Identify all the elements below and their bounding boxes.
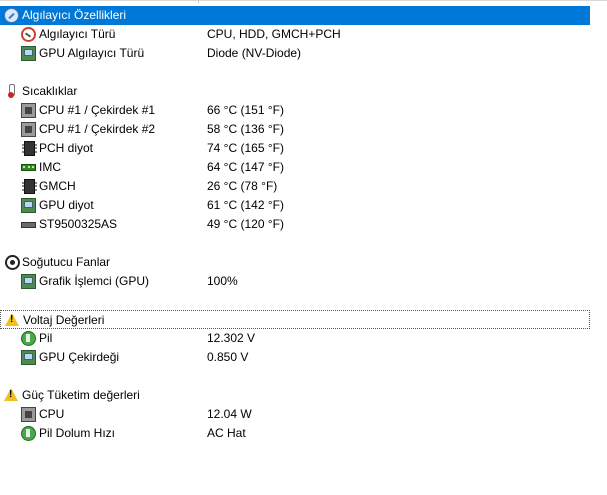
item-value: AC Hat — [207, 426, 246, 440]
list-item[interactable]: Grafik İşlemci (GPU) 100% — [0, 272, 590, 291]
item-value: 0.850 V — [207, 350, 249, 364]
item-label: GPU Çekirdeği — [39, 350, 120, 364]
column-separator[interactable] — [198, 0, 199, 3]
group-label: Voltaj Değerleri — [23, 313, 105, 327]
item-value: 49 °C (120 °F) — [207, 217, 284, 231]
list-item[interactable]: Algılayıcı Türü CPU, HDD, GMCH+PCH — [0, 25, 590, 44]
list-item[interactable]: GMCH 26 °C (78 °F) — [0, 177, 590, 196]
chip-icon — [22, 179, 37, 194]
item-label: Algılayıcı Türü — [39, 27, 116, 41]
list-item[interactable]: Pil 12.302 V — [0, 329, 590, 348]
list-item[interactable]: GPU Algılayıcı Türü Diode (NV-Diode) — [0, 44, 590, 63]
item-label: ST9500325AS — [39, 217, 118, 231]
item-value: 66 °C (151 °F) — [207, 103, 284, 117]
item-value: 64 °C (147 °F) — [207, 160, 284, 174]
hard-disk-icon — [21, 222, 36, 228]
group-voltage-values[interactable]: Voltaj Değerleri — [0, 310, 590, 329]
group-temperatures[interactable]: Sıcaklıklar — [0, 82, 590, 101]
list-item[interactable]: ST9500325AS 49 °C (120 °F) — [0, 215, 590, 234]
list-item[interactable]: CPU #1 / Çekirdek #2 58 °C (136 °F) — [0, 120, 590, 139]
item-label: GMCH — [39, 179, 76, 193]
sensor-icon — [4, 8, 19, 23]
gpu-card-icon — [21, 350, 36, 365]
item-value: Diode (NV-Diode) — [207, 46, 302, 60]
item-label: Pil Dolum Hızı — [39, 426, 116, 440]
fan-icon — [5, 255, 20, 270]
battery-charge-icon — [21, 426, 36, 441]
list-item[interactable]: IMC 64 °C (147 °F) — [0, 158, 590, 177]
group-label: Sıcaklıklar — [22, 84, 78, 98]
list-item[interactable]: GPU diyot 61 °C (142 °F) — [0, 196, 590, 215]
item-label: Pil — [39, 331, 53, 345]
warning-icon — [5, 313, 19, 326]
battery-icon — [21, 331, 36, 346]
cpu-icon — [21, 122, 36, 137]
chip-icon — [22, 141, 37, 156]
item-label: IMC — [39, 160, 61, 174]
item-label: GPU Algılayıcı Türü — [39, 46, 145, 60]
item-label: GPU diyot — [39, 198, 94, 212]
group-cooling-fans[interactable]: Soğutucu Fanlar — [0, 253, 590, 272]
list-item[interactable]: GPU Çekirdeği 0.850 V — [0, 348, 590, 367]
list-item[interactable]: PCH diyot 74 °C (165 °F) — [0, 139, 590, 158]
item-label: CPU #1 / Çekirdek #1 — [39, 103, 156, 117]
cpu-icon — [21, 103, 36, 118]
gpu-card-icon — [21, 198, 36, 213]
warning-icon — [4, 388, 18, 401]
item-label: PCH diyot — [39, 141, 94, 155]
item-value: 61 °C (142 °F) — [207, 198, 284, 212]
item-label: CPU #1 / Çekirdek #2 — [39, 122, 156, 136]
item-value: 74 °C (165 °F) — [207, 141, 284, 155]
item-value: 26 °C (78 °F) — [207, 179, 278, 193]
item-value: 58 °C (136 °F) — [207, 122, 284, 136]
list-item[interactable]: Pil Dolum Hızı AC Hat — [0, 424, 590, 443]
item-value: 100% — [207, 274, 238, 288]
gauge-icon — [21, 27, 36, 42]
memory-icon — [21, 164, 36, 171]
item-value: CPU, HDD, GMCH+PCH — [207, 27, 341, 41]
gpu-card-icon — [21, 46, 36, 61]
item-value: 12.302 V — [207, 331, 256, 345]
group-label: Güç Tüketim değerleri — [22, 388, 140, 402]
group-label: Soğutucu Fanlar — [22, 255, 111, 269]
thermometer-icon — [7, 84, 15, 99]
list-item[interactable]: CPU #1 / Çekirdek #1 66 °C (151 °F) — [0, 101, 590, 120]
group-sensor-properties[interactable]: Algılayıcı Özellikleri — [0, 6, 590, 25]
item-value: 12.04 W — [207, 407, 252, 421]
item-label: CPU — [39, 407, 65, 421]
group-label: Algılayıcı Özellikleri — [22, 8, 127, 22]
gpu-card-icon — [21, 274, 36, 289]
group-power-consumption[interactable]: Güç Tüketim değerleri — [0, 386, 590, 405]
column-header-edge — [0, 0, 607, 4]
cpu-icon — [21, 407, 36, 422]
item-label: Grafik İşlemci (GPU) — [39, 274, 150, 288]
list-item[interactable]: CPU 12.04 W — [0, 405, 590, 424]
